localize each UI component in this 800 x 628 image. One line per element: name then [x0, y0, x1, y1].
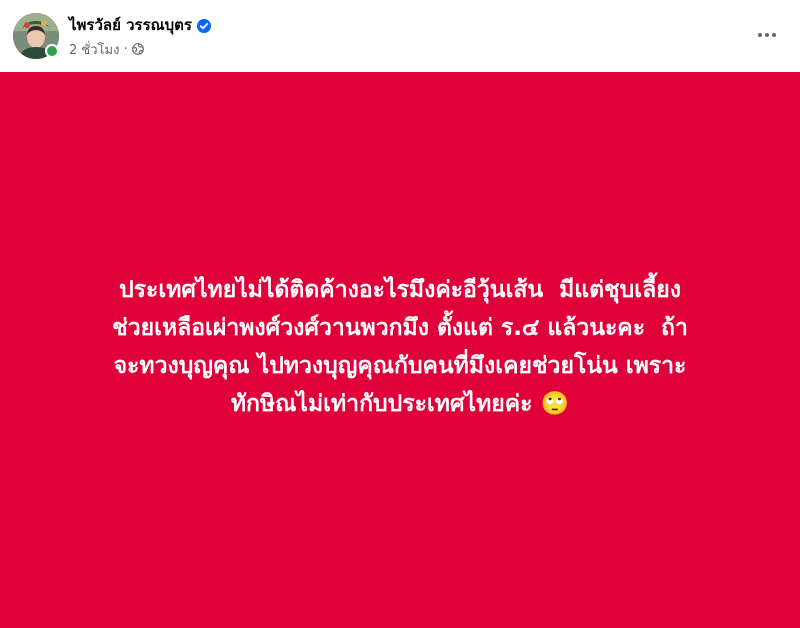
globe-icon[interactable]: [131, 43, 144, 55]
post-text: ประเทศไทยไม่ได้ติดค้างอะไรมึงค่ะอีวุ้นเส…: [112, 277, 688, 417]
author-name[interactable]: ไพรวัลย์ วรรณบุตร: [69, 13, 192, 37]
more-options-dot: [758, 33, 762, 37]
online-status-dot: [45, 44, 59, 58]
facebook-post: ไพรวัลย์ วรรณบุตร 2 ชั่วโมง · ประเทศไทยไ…: [0, 0, 800, 628]
author-line: ไพรวัลย์ วรรณบุตร: [69, 14, 211, 36]
post-meta: 2 ชั่วโมง ·: [69, 40, 144, 58]
post-header: ไพรวัลย์ วรรณบุตร 2 ชั่วโมง ·: [0, 0, 800, 72]
meta-separator: ·: [123, 41, 128, 57]
author-avatar[interactable]: [13, 13, 59, 59]
verified-badge-icon: [196, 18, 211, 33]
more-options-dot: [772, 33, 776, 37]
more-options-dot: [765, 33, 769, 37]
post-colored-background: ประเทศไทยไม่ได้ติดค้างอะไรมึงค่ะอีวุ้นเส…: [0, 72, 800, 628]
post-timestamp[interactable]: 2 ชั่วโมง: [69, 39, 119, 60]
more-options-button[interactable]: [752, 20, 782, 50]
